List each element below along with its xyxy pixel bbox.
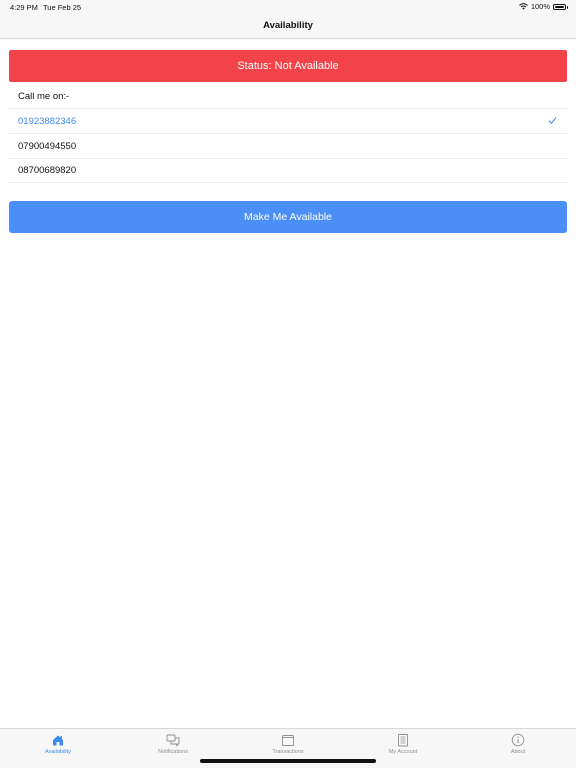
tab-label: Transactions — [272, 749, 304, 755]
main-content: Status: Not Available Call me on:- 01923… — [0, 40, 576, 728]
phone-row-1[interactable]: 01923882346 — [9, 108, 567, 133]
battery-percent: 100% — [530, 2, 550, 11]
phone-row-3[interactable]: 08700689820 — [9, 158, 567, 183]
folder-icon — [282, 735, 294, 746]
phone-number: 07900494550 — [18, 140, 77, 152]
tab-label: Notifications — [158, 749, 188, 755]
home-icon — [53, 735, 63, 746]
tab-about[interactable]: About — [478, 733, 558, 759]
page-title: Availability — [263, 20, 313, 31]
tab-notifications[interactable]: Notifications — [133, 733, 213, 759]
phone-row-2[interactable]: 07900494550 — [9, 133, 567, 158]
info-icon — [511, 733, 525, 747]
phone-number: 01923882346 — [18, 115, 77, 127]
wifi-icon — [518, 3, 528, 10]
navigation-bar: Availability — [0, 14, 576, 39]
status-right: 100% — [518, 2, 568, 11]
status-bar: 4:29 PM Tue Feb 25 100% — [0, 0, 576, 14]
tab-label: About — [510, 749, 526, 755]
home-indicator — [200, 759, 376, 763]
tab-transactions[interactable]: Transactions — [248, 733, 328, 759]
phone-number: 08700689820 — [18, 165, 77, 176]
tab-availability[interactable]: Availability — [18, 733, 98, 759]
status-date: Tue Feb 25 — [43, 3, 82, 12]
checkmark-icon — [548, 117, 557, 124]
call-section-header: Call me on:- — [18, 91, 70, 102]
screen: 4:29 PM Tue Feb 25 100% Availability Sta… — [0, 0, 576, 768]
battery-icon — [553, 3, 568, 10]
tab-my-account[interactable]: My Account — [363, 733, 443, 759]
status-banner: Status: Not Available — [9, 50, 567, 82]
make-available-button[interactable]: Make Me Available — [9, 201, 567, 233]
tab-label: My Account — [388, 749, 418, 755]
tab-label: Availability — [45, 749, 71, 755]
status-time: 4:29 PM — [10, 3, 38, 12]
document-icon — [398, 734, 408, 747]
chat-bubbles-icon — [166, 734, 180, 747]
phone-number-list: 01923882346 07900494550 08700689820 — [9, 108, 567, 183]
